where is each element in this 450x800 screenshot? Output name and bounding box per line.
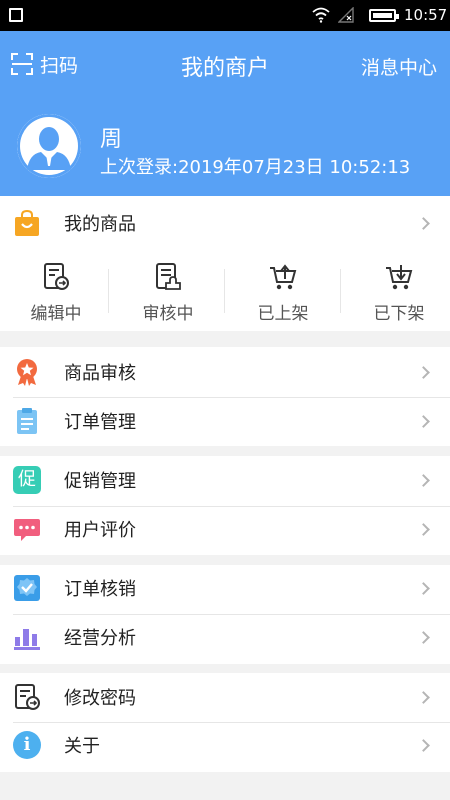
bar-chart-icon <box>14 629 40 650</box>
info-icon: i <box>13 731 41 759</box>
verify-check-icon <box>14 575 40 601</box>
status-label: 已上架 <box>257 304 309 324</box>
shopping-bag-icon <box>15 209 39 236</box>
menu-label: 修改密码 <box>64 688 136 709</box>
chevron-right-icon <box>417 365 430 379</box>
avatar[interactable] <box>17 114 81 178</box>
menu-order-verify[interactable]: 订单核销 <box>0 564 450 612</box>
chevron-right-icon <box>417 738 430 752</box>
menu-label: 关于 <box>64 736 100 757</box>
wifi-icon <box>312 7 330 23</box>
menu-promotion-manage[interactable]: 促 促销管理 <box>0 456 450 504</box>
screenshot-icon <box>9 8 23 22</box>
menu-order-manage[interactable]: 订单管理 <box>0 397 450 445</box>
cart-up-icon <box>270 264 297 290</box>
user-avatar-icon <box>17 114 81 178</box>
chevron-right-icon <box>417 216 430 230</box>
goods-status-grid: 编辑中 审核中 已上架 已下架 <box>0 249 450 331</box>
signal-icon <box>338 7 354 23</box>
edit-doc-icon <box>15 684 40 710</box>
status-bar: 10:57 <box>0 0 450 31</box>
status-reviewing[interactable]: 审核中 <box>112 249 224 331</box>
menu-label: 商品审核 <box>64 363 136 384</box>
chevron-right-icon <box>417 690 430 704</box>
menu-about[interactable]: i 关于 <box>0 721 450 769</box>
chevron-right-icon <box>417 522 430 536</box>
menu-label: 经营分析 <box>64 628 136 649</box>
status-editing[interactable]: 编辑中 <box>0 249 112 331</box>
separator <box>108 269 109 313</box>
menu-goods-review[interactable]: 商品审核 <box>0 348 450 396</box>
chevron-right-icon <box>417 414 430 428</box>
menu-business-analysis[interactable]: 经营分析 <box>0 613 450 661</box>
chevron-right-icon <box>417 630 430 644</box>
badge-icon <box>17 359 37 386</box>
separator <box>340 269 341 313</box>
battery-icon <box>369 9 399 22</box>
chat-bubble-icon <box>14 519 40 541</box>
clock: 10:57 <box>404 6 448 24</box>
user-name: 周 <box>100 127 123 152</box>
separator <box>224 269 225 313</box>
chevron-right-icon <box>417 581 430 595</box>
message-center-button[interactable]: 消息中心 <box>361 53 437 80</box>
status-label: 已下架 <box>373 304 425 324</box>
menu-label: 促销管理 <box>64 471 136 492</box>
cart-down-icon <box>386 265 413 290</box>
my-goods-row[interactable]: 我的商品 <box>0 199 450 247</box>
edit-doc-icon <box>44 263 69 290</box>
status-label: 编辑中 <box>30 304 82 324</box>
menu-change-password[interactable]: 修改密码 <box>0 673 450 721</box>
menu-label: 用户评价 <box>64 520 136 541</box>
chevron-right-icon <box>417 473 430 487</box>
status-listed[interactable]: 已上架 <box>227 249 339 331</box>
menu-label: 订单核销 <box>64 579 136 600</box>
menu-user-review[interactable]: 用户评价 <box>0 505 450 553</box>
status-label: 审核中 <box>142 304 194 324</box>
clipboard-icon <box>17 408 37 434</box>
status-delisted[interactable]: 已下架 <box>343 249 450 331</box>
promotion-icon: 促 <box>13 466 41 494</box>
last-login-time: 上次登录:2019年07月23日 10:52:13 <box>100 157 411 178</box>
menu-label: 订单管理 <box>64 412 136 433</box>
header: 扫码 我的商户 消息中心 周 上次登录:2019年07月23日 10:52:13 <box>0 31 450 196</box>
my-goods-label: 我的商品 <box>64 214 136 235</box>
review-doc-icon <box>156 263 181 290</box>
